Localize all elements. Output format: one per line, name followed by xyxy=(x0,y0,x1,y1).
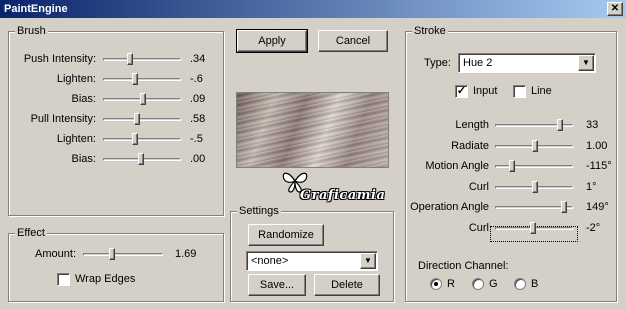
stroke-value-4: 149° xyxy=(586,201,609,213)
line-checkbox[interactable] xyxy=(513,85,526,98)
channel-label-g[interactable]: G xyxy=(489,276,498,292)
stroke-label-5: Curl xyxy=(468,221,489,234)
input-checkbox[interactable]: ✓ xyxy=(455,85,468,98)
brush-slider-thumb-2[interactable] xyxy=(140,93,147,105)
brush-label-0: Push Intensity: xyxy=(23,53,96,65)
channel-radio-b[interactable] xyxy=(514,278,526,290)
title-bar: PaintEngine ✕ xyxy=(0,0,626,18)
stroke-slider-thumb-5[interactable] xyxy=(529,221,536,234)
cancel-button[interactable]: Cancel xyxy=(318,30,388,52)
effect-group-title: Effect xyxy=(15,227,47,239)
wrap-edges-label[interactable]: Wrap Edges xyxy=(75,271,135,287)
stroke-slider-thumb-3[interactable] xyxy=(532,180,539,193)
brush-value-5: .00 xyxy=(190,153,206,165)
settings-group-title: Settings xyxy=(237,205,281,217)
channel-radio-r[interactable] xyxy=(430,278,442,290)
stroke-slider-thumb-0[interactable] xyxy=(556,119,563,131)
check-icon: ✓ xyxy=(456,85,467,97)
stroke-slider-thumb-1[interactable] xyxy=(532,139,539,152)
brush-slider-thumb-0[interactable] xyxy=(127,53,134,65)
direction-channel-label: Direction Channel: xyxy=(418,260,509,272)
brush-label-3: Pull Intensity: xyxy=(30,113,96,125)
apply-button[interactable]: Apply xyxy=(236,29,308,53)
stroke-value-0: 33 xyxy=(586,119,599,131)
amount-value: 1.69 xyxy=(175,248,197,260)
stroke-label-1: Radiate xyxy=(451,139,489,152)
stroke-label-2: Motion Angle xyxy=(425,160,489,172)
window-title: PaintEngine xyxy=(4,3,68,15)
brush-value-2: .09 xyxy=(190,93,206,105)
stroke-slider-thumb-4[interactable] xyxy=(561,201,568,213)
amount-slider-track[interactable] xyxy=(83,253,163,256)
preview-image xyxy=(236,92,389,168)
brush-value-3: .58 xyxy=(190,113,206,125)
stroke-value-1: 1.00 xyxy=(586,139,608,152)
channel-label-r[interactable]: R xyxy=(447,276,455,292)
brush-slider-thumb-1[interactable] xyxy=(131,73,138,85)
brush-slider-thumb-3[interactable] xyxy=(133,113,140,125)
brush-group-title: Brush xyxy=(15,25,48,37)
stroke-slider-thumb-2[interactable] xyxy=(509,160,516,172)
brush-label-5: Bias: xyxy=(71,153,96,165)
brush-value-0: .34 xyxy=(190,53,206,65)
close-button[interactable]: ✕ xyxy=(607,2,623,16)
stroke-value-3: 1° xyxy=(586,180,597,193)
effect-group: Effect xyxy=(8,227,224,302)
brush-value-4: -.5 xyxy=(190,133,203,145)
close-icon: ✕ xyxy=(610,3,620,14)
type-select-value: Hue 2 xyxy=(463,57,493,69)
wrap-edges-checkbox[interactable] xyxy=(57,273,70,286)
chevron-down-icon[interactable]: ▼ xyxy=(578,55,594,71)
brush-value-1: -.6 xyxy=(190,73,203,85)
stroke-value-5: -2° xyxy=(586,221,601,234)
amount-label: Amount: xyxy=(35,248,76,260)
stroke-group-title: Stroke xyxy=(412,25,448,37)
stroke-label-0: Length xyxy=(455,119,489,131)
preset-select-value: <none> xyxy=(251,255,289,267)
watermark-text: Graficamia xyxy=(300,188,386,203)
brush-label-4: Lighten: xyxy=(56,133,96,145)
brush-slider-thumb-5[interactable] xyxy=(137,153,144,165)
chevron-down-icon[interactable]: ▼ xyxy=(360,253,376,269)
type-label: Type: xyxy=(424,57,451,69)
preset-select[interactable]: <none> ▼ xyxy=(246,251,378,271)
save-button[interactable]: Save... xyxy=(248,274,306,296)
stroke-value-2: -115° xyxy=(586,160,612,172)
stroke-slider-track-2[interactable] xyxy=(495,165,573,168)
brush-slider-track-4[interactable] xyxy=(103,138,181,141)
brush-slider-thumb-4[interactable] xyxy=(131,133,138,145)
radio-selected-dot xyxy=(434,282,438,286)
type-select[interactable]: Hue 2 ▼ xyxy=(458,53,596,73)
stroke-label-3: Curl xyxy=(468,180,489,193)
stroke-label-4: Operation Angle xyxy=(410,201,489,213)
brush-slider-track-1[interactable] xyxy=(103,78,181,81)
input-checkbox-label[interactable]: Input xyxy=(473,83,497,99)
randomize-button[interactable]: Randomize xyxy=(248,224,324,246)
brush-label-2: Bias: xyxy=(71,93,96,105)
graficamia-watermark: Graficamia xyxy=(280,168,400,206)
channel-label-b[interactable]: B xyxy=(531,276,538,292)
brush-slider-track-0[interactable] xyxy=(103,58,181,61)
delete-button[interactable]: Delete xyxy=(314,274,380,296)
line-checkbox-label[interactable]: Line xyxy=(531,83,552,99)
brush-label-1: Lighten: xyxy=(56,73,96,85)
channel-radio-g[interactable] xyxy=(472,278,484,290)
brush-slider-track-3[interactable] xyxy=(103,118,181,121)
amount-slider-thumb[interactable] xyxy=(108,248,115,260)
